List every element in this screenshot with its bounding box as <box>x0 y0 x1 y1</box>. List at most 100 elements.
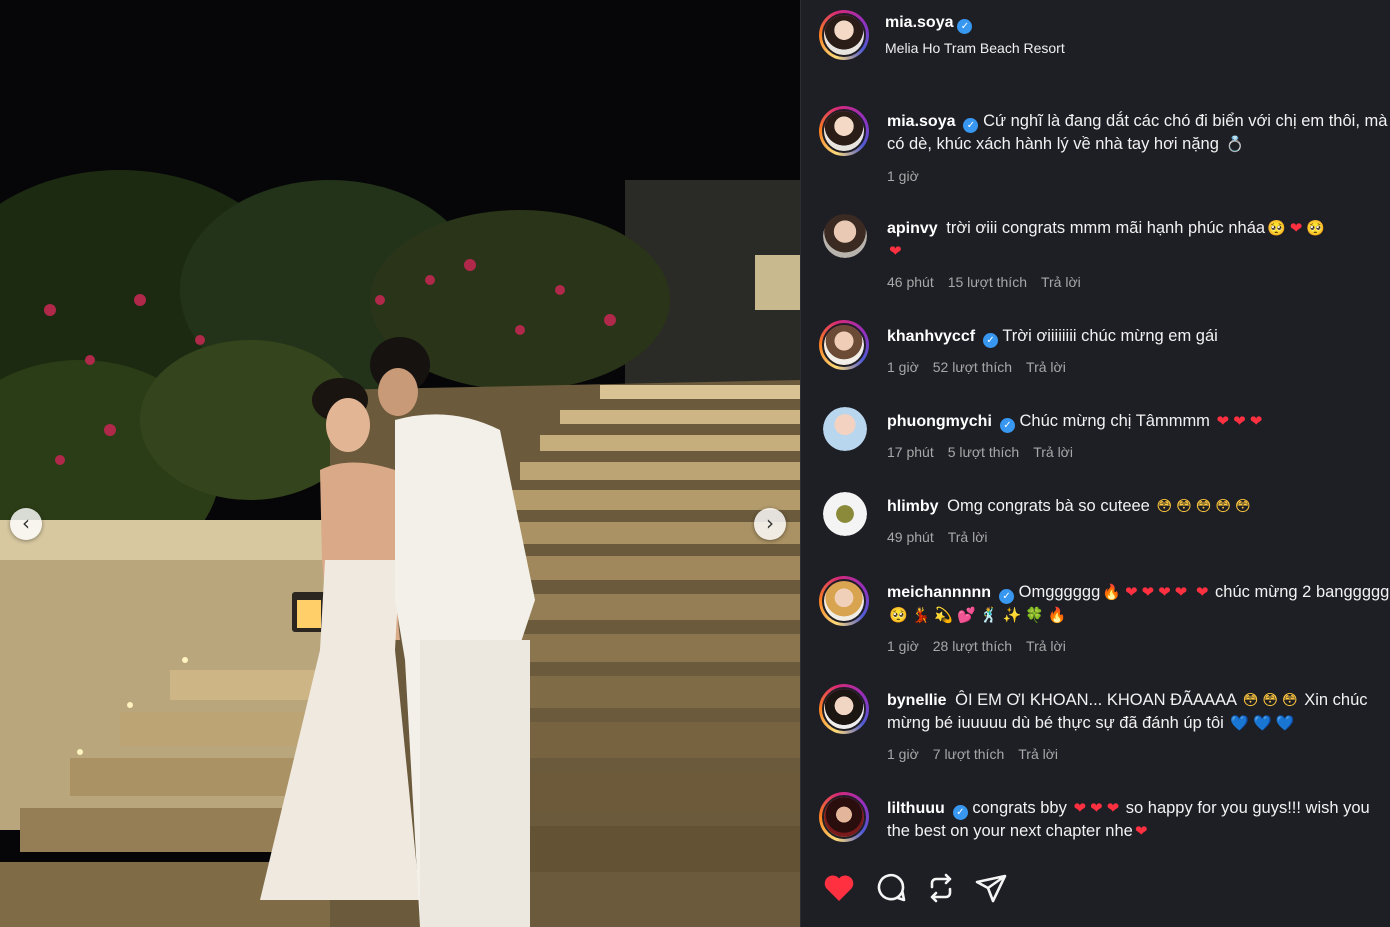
fire-emoji: 🔥 <box>1102 583 1121 601</box>
emoji: 🥺 <box>1306 219 1326 237</box>
comment-text: Omgggggg <box>1018 583 1101 601</box>
reply-button[interactable]: Trả lời <box>1041 274 1081 290</box>
emoji: 😳 <box>1215 497 1232 515</box>
verified-badge-icon: ✓ <box>999 418 1015 433</box>
emoji: 💫 <box>934 606 954 624</box>
emoji: 💃 <box>911 606 931 624</box>
comment-text: Trời ơiiiiiiii chúc mừng em gái <box>1002 327 1218 345</box>
emoji: 😳 <box>1262 691 1279 709</box>
commenter-avatar[interactable] <box>819 320 869 370</box>
blue-heart-emoji: 💙 <box>1275 714 1295 732</box>
commenter-avatar[interactable] <box>819 576 869 626</box>
comment-item: meichannnnn ✓ Omgggggg 🔥 ❤ ❤ ❤ ❤ ❤ chúc mừng 2… <box>819 576 1390 666</box>
blue-heart-emoji: 💙 <box>1253 714 1272 732</box>
commenter-username[interactable]: apinvy <box>887 220 938 237</box>
comment-likes[interactable]: 7 lượt thích <box>933 746 1004 762</box>
heart-emoji: ❤ <box>1090 799 1103 817</box>
comment-time: 17 phút <box>887 444 934 460</box>
comment-likes[interactable]: 28 lượt thích <box>933 638 1012 654</box>
emoji: 😳 <box>1195 497 1212 515</box>
commenter-avatar[interactable] <box>823 492 867 536</box>
reply-button[interactable]: Trả lời <box>1018 746 1058 762</box>
author-username[interactable]: mia.soya <box>885 14 953 31</box>
heart-emoji: ❤ <box>1158 583 1171 601</box>
heart-emoji: ❤ <box>1195 583 1209 601</box>
emoji: 😳 <box>1176 497 1192 515</box>
heart-emoji: ❤ <box>1073 799 1087 817</box>
verified-badge-icon: ✓ <box>963 118 979 133</box>
comment-likes[interactable]: 52 lượt thích <box>933 359 1012 375</box>
comment-item: phuongmychi ✓ Chúc mừng chị Tâmmmm ❤ ❤ ❤ 17… <box>819 405 1390 475</box>
verified-badge-icon: ✓ <box>952 805 968 820</box>
caption-time: 1 giờ <box>887 168 919 184</box>
chevron-right-icon: › <box>766 511 774 535</box>
comment-time: 1 giờ <box>887 638 919 654</box>
comment-time: 49 phút <box>887 529 934 545</box>
comment-text-continued: chúc mừng 2 banggggg <box>1215 583 1390 601</box>
heart-emoji: ❤ <box>1249 412 1263 430</box>
reply-button[interactable]: Trả lời <box>1033 444 1073 460</box>
reply-button[interactable]: Trả lời <box>1026 638 1066 654</box>
heart-emoji: ❤ <box>1106 799 1120 817</box>
commenter-username[interactable]: hlimby <box>887 498 939 515</box>
commenter-avatar[interactable] <box>819 684 869 734</box>
heart-emoji: ❤ <box>1216 412 1230 430</box>
heart-emoji: ❤ <box>1134 822 1148 840</box>
comment-time: 1 giờ <box>887 746 919 762</box>
commenter-username[interactable]: phuongmychi <box>887 413 992 430</box>
verified-badge-icon: ✓ <box>999 589 1015 604</box>
caption-username[interactable]: mia.soya <box>887 113 955 130</box>
commenter-username[interactable]: lilthuuu <box>887 800 945 817</box>
heart-icon-filled[interactable] <box>821 870 857 906</box>
heart-emoji: ❤ <box>1124 583 1138 601</box>
comment-time: 1 giờ <box>887 359 919 375</box>
comment-item: apinvy trời ơiii congrats mmm mãi hạnh p… <box>819 212 1390 302</box>
emoji: 😳 <box>1282 691 1298 709</box>
comment-text: Chúc mừng chị Tâmmmm <box>1019 412 1210 430</box>
comment-likes[interactable]: 5 lượt thích <box>948 444 1019 460</box>
heart-emoji: ❤ <box>889 242 902 260</box>
comment-bubble-icon[interactable] <box>873 870 909 906</box>
heart-emoji: ❤ <box>1141 583 1155 601</box>
fire-emoji: 🔥 <box>1047 606 1067 624</box>
commenter-username[interactable]: bynellie <box>887 692 947 709</box>
verified-badge-icon: ✓ <box>983 333 999 348</box>
comment-likes[interactable]: 15 lượt thích <box>948 274 1027 290</box>
commenter-avatar[interactable] <box>823 407 867 451</box>
commenter-username[interactable]: khanhvyccf <box>887 328 975 345</box>
commenter-avatar[interactable] <box>819 792 869 842</box>
emoji: 🍀 <box>1025 606 1044 624</box>
emoji: 🕺 <box>979 606 999 624</box>
comment-text: congrats bby <box>972 799 1067 817</box>
emoji: ✨ <box>1002 606 1022 624</box>
comment-item: lilthuuu ✓ congrats bby ❤ ❤ ❤ so happy for … <box>819 792 1390 852</box>
post-caption: mia.soya ✓ Cứ nghĩ là đang dắt các chó đi… <box>819 106 1390 196</box>
caption-text: Cứ nghĩ là đang dắt các chó đi biển với … <box>887 112 1388 153</box>
commenter-username[interactable]: meichannnnn <box>887 584 991 601</box>
author-avatar[interactable] <box>819 10 869 60</box>
commenter-avatar[interactable] <box>823 214 867 258</box>
comment-text: trời ơiii congrats mmm mãi hạnh phúc nhá… <box>946 219 1266 237</box>
post-photo: ‹ › <box>0 0 800 927</box>
comment-item: hlimby Omg congrats bà so cuteee 😳 😳 😳 😳 😳 4… <box>819 490 1390 560</box>
repost-icon[interactable] <box>923 870 959 906</box>
heart-emoji: ❤ <box>1233 412 1246 430</box>
paper-plane-icon[interactable] <box>973 870 1009 906</box>
comment-time: 46 phút <box>887 274 934 290</box>
emoji: 😳 <box>1242 691 1259 709</box>
prev-photo-button[interactable]: ‹ <box>10 508 42 540</box>
ring-emoji: 💍 <box>1225 135 1245 153</box>
heart-emoji: ❤ <box>1174 583 1188 601</box>
reply-button[interactable]: Trả lời <box>948 529 988 545</box>
heart-emoji: ❤ <box>1289 219 1303 237</box>
chevron-left-icon: ‹ <box>22 511 30 535</box>
emoji: 😳 <box>1156 497 1173 515</box>
post-location[interactable]: Melia Ho Tram Beach Resort <box>885 40 1065 56</box>
blue-heart-emoji: 💙 <box>1230 714 1250 732</box>
emoji: 🥺 <box>1267 219 1286 237</box>
caption-avatar[interactable] <box>819 106 869 156</box>
comment-item: bynellie ÔI EM ƠI KHOAN... KHOAN ĐÃAAAA … <box>819 684 1390 774</box>
reply-button[interactable]: Trả lời <box>1026 359 1066 375</box>
next-photo-button[interactable]: › <box>754 508 786 540</box>
verified-badge-icon: ✓ <box>957 19 973 34</box>
